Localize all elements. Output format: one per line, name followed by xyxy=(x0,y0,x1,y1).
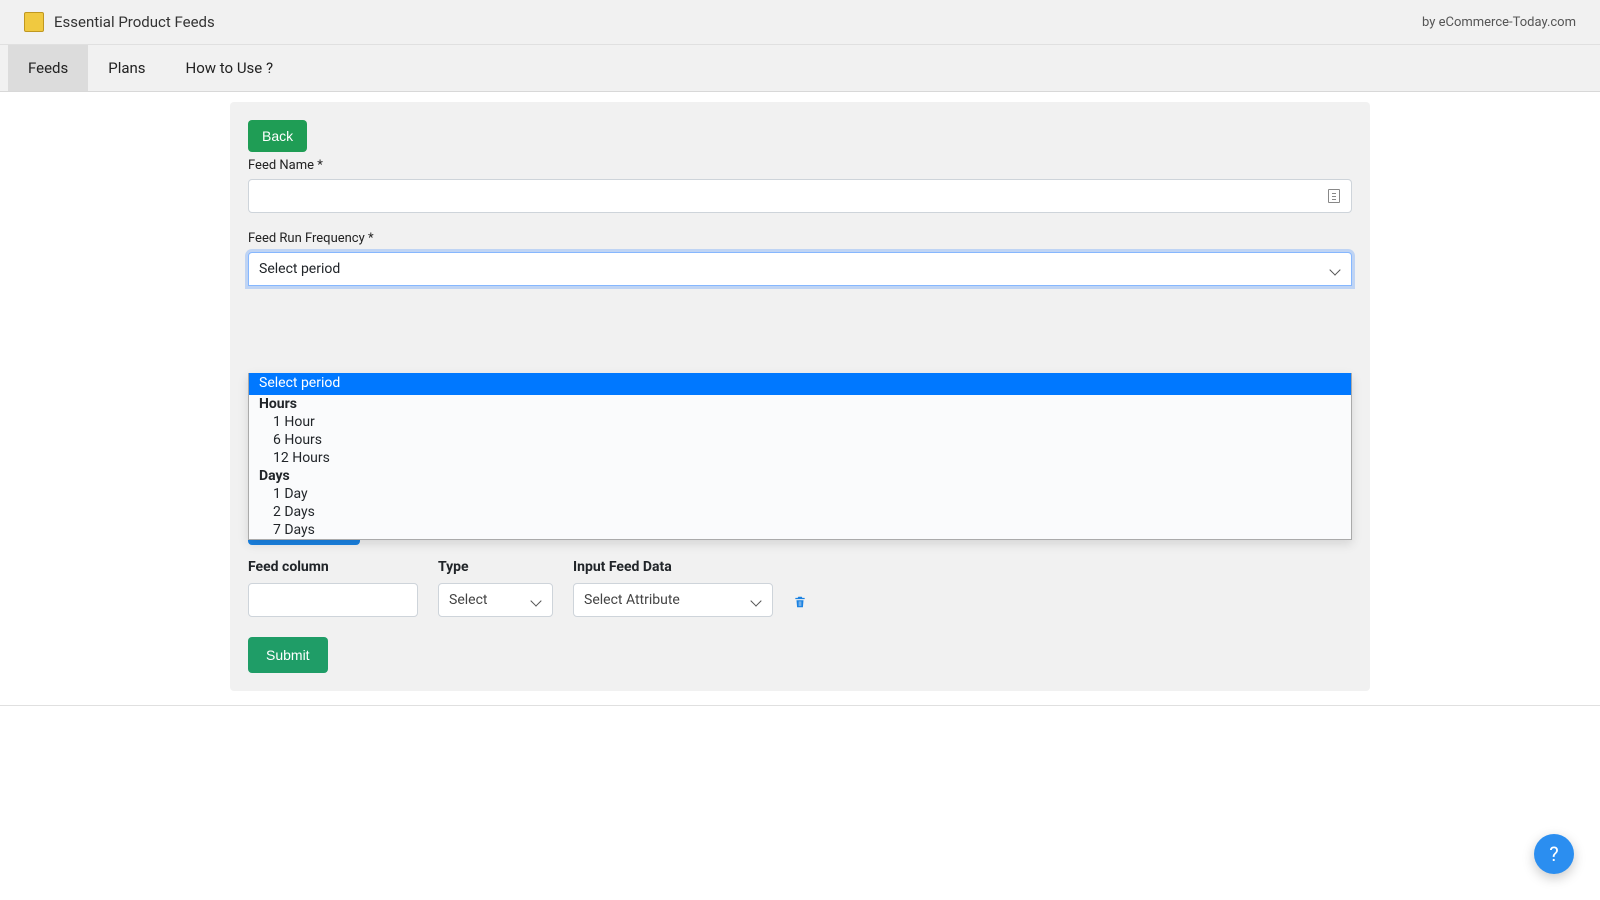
chevron-down-icon xyxy=(532,595,542,605)
mapping-attribute-select[interactable]: Select Attribute xyxy=(573,583,773,617)
keyboard-icon xyxy=(1328,189,1340,203)
freq-option-2days[interactable]: 2 Days xyxy=(249,503,1351,521)
trash-icon xyxy=(793,594,807,610)
freq-group-hours: Hours xyxy=(249,395,1351,413)
freq-group-days: Days xyxy=(249,467,1351,485)
freq-option-12hours[interactable]: 12 Hours xyxy=(249,449,1351,467)
freq-option-1hour[interactable]: 1 Hour xyxy=(249,413,1351,431)
nav-tabs: Feeds Plans How to Use ? xyxy=(0,45,1600,92)
mapping-row: Feed column Type Select Input Feed Data … xyxy=(248,559,1352,617)
header-left: Essential Product Feeds xyxy=(24,12,215,32)
feed-column-input[interactable] xyxy=(248,583,418,617)
header-byline: by eCommerce-Today.com xyxy=(1422,15,1576,30)
chevron-down-icon xyxy=(752,595,762,605)
submit-button[interactable]: Submit xyxy=(248,637,328,673)
help-button[interactable]: ? xyxy=(1534,834,1574,874)
feed-name-label: Feed Name * xyxy=(248,158,1352,173)
tab-plans[interactable]: Plans xyxy=(88,45,165,91)
freq-option-6hours[interactable]: 6 Hours xyxy=(249,431,1351,449)
mapping-col2-label: Type xyxy=(438,559,553,575)
back-button[interactable]: Back xyxy=(248,120,307,152)
question-icon: ? xyxy=(1549,842,1558,866)
delete-mapping-row-button[interactable] xyxy=(793,594,805,608)
mapping-type-select[interactable]: Select xyxy=(438,583,553,617)
freq-option-7days[interactable]: 7 Days xyxy=(249,521,1351,539)
frequency-selected-text: Select period xyxy=(259,261,340,277)
frequency-dropdown: Select period Hours 1 Hour 6 Hours 12 Ho… xyxy=(248,373,1352,540)
mapping-col3-label: Input Feed Data xyxy=(573,559,773,575)
freq-option-1day[interactable]: 1 Day xyxy=(249,485,1351,503)
form-card: Back Feed Name * Feed Run Frequency * Se… xyxy=(230,102,1370,691)
tab-feeds[interactable]: Feeds xyxy=(8,45,88,91)
app-icon xyxy=(24,12,44,32)
app-title: Essential Product Feeds xyxy=(54,13,215,31)
feed-name-input-wrap xyxy=(248,179,1352,213)
content: Back Feed Name * Feed Run Frequency * Se… xyxy=(0,92,1600,706)
feed-name-input[interactable] xyxy=(248,179,1352,213)
mapping-col1-label: Feed column xyxy=(248,559,418,575)
freq-option-placeholder[interactable]: Select period xyxy=(249,373,1351,395)
tab-howto[interactable]: How to Use ? xyxy=(166,45,294,91)
app-header: Essential Product Feeds by eCommerce-Tod… xyxy=(0,0,1600,45)
frequency-label: Feed Run Frequency * xyxy=(248,231,1352,246)
chevron-down-icon xyxy=(1331,264,1341,274)
frequency-select[interactable]: Select period xyxy=(248,252,1352,286)
